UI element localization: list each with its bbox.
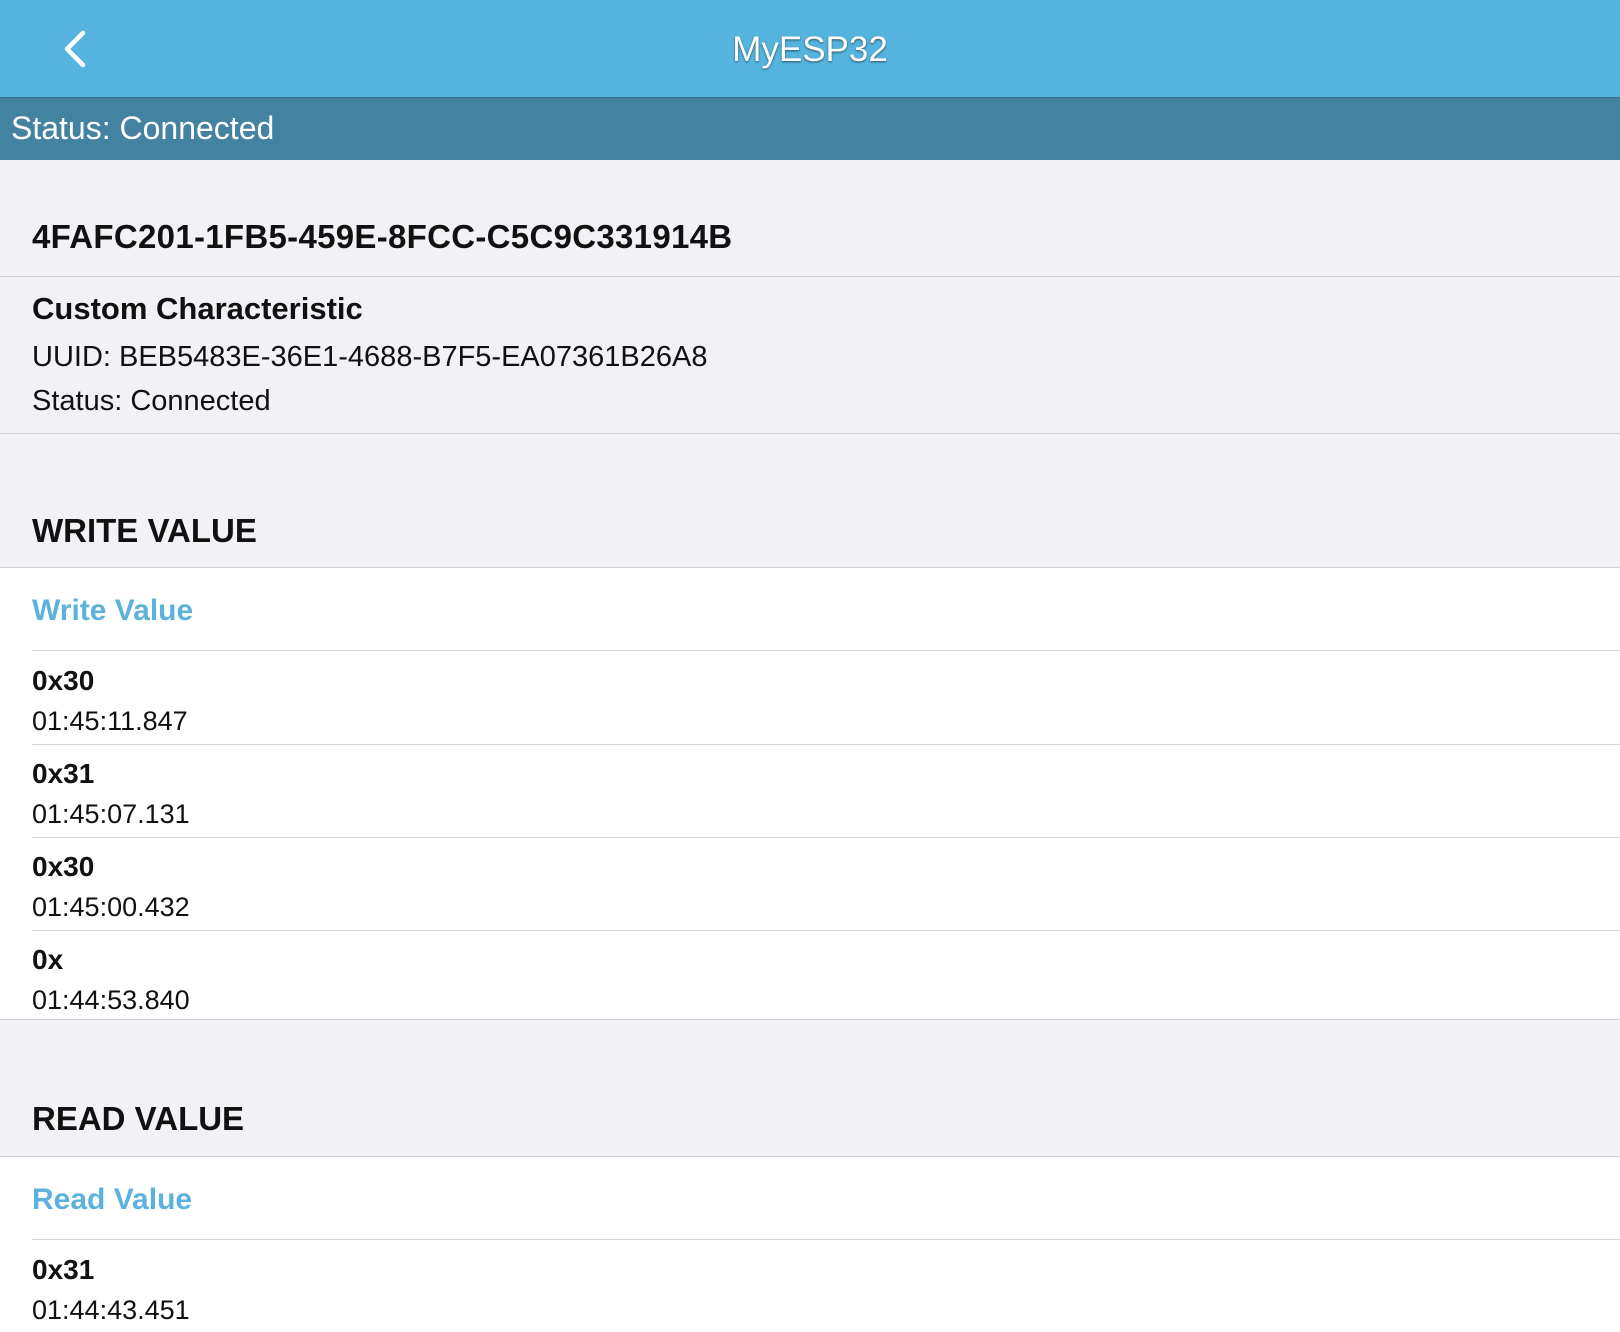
divider: [0, 1019, 1620, 1020]
row-divider: [32, 650, 1620, 651]
row-divider: [32, 930, 1620, 931]
read-value-list: Read Value 0x31 01:44:43.451: [0, 1157, 1620, 1332]
entry-value: 0x: [32, 944, 64, 975]
write-section-header: WRITE VALUE: [32, 512, 257, 549]
divider: [0, 433, 1620, 434]
entry-timestamp: 01:45:07.131: [32, 799, 190, 829]
entry-timestamp: 01:45:11.847: [32, 706, 188, 736]
entry-timestamp: 01:44:53.840: [32, 985, 190, 1015]
characteristic-status: Status: Connected: [32, 385, 271, 417]
entry-value: 0x31: [32, 1254, 95, 1285]
read-value-button[interactable]: Read Value: [32, 1183, 192, 1217]
read-section-header: READ VALUE: [32, 1100, 245, 1137]
connection-status-bar: Status: Connected: [0, 97, 1620, 160]
row-divider: [32, 837, 1620, 838]
connection-status-text: Status: Connected: [11, 110, 275, 146]
write-value-button[interactable]: Write Value: [32, 594, 193, 628]
service-uuid: 4FAFC201-1FB5-459E-8FCC-C5C9C331914B: [32, 218, 733, 255]
entry-value: 0x30: [32, 665, 95, 696]
entry-value: 0x31: [32, 758, 95, 789]
entry-timestamp: 01:44:43.451: [32, 1295, 190, 1325]
characteristic-uuid: UUID: BEB5483E-36E1-4688-B7F5-EA07361B26…: [32, 341, 708, 373]
characteristic-name: Custom Characteristic: [32, 291, 363, 326]
nav-bar: MyESP32: [0, 0, 1620, 97]
row-divider: [32, 1239, 1620, 1240]
divider: [0, 276, 1620, 277]
entry-value: 0x30: [32, 851, 95, 882]
write-value-list: Write Value 0x30 01:45:11.847 0x31 01:45…: [0, 568, 1620, 1019]
entry-timestamp: 01:45:00.432: [32, 892, 190, 922]
row-divider: [32, 744, 1620, 745]
nav-title: MyESP32: [732, 30, 888, 69]
